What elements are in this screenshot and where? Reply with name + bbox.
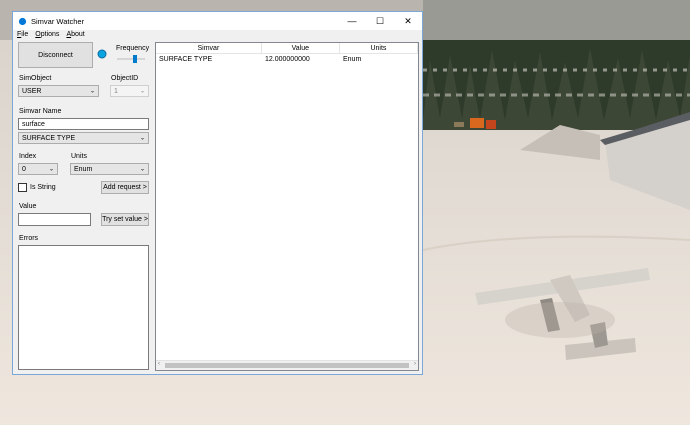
- add-request-button[interactable]: Add request >: [101, 181, 149, 194]
- is-string-label: Is String: [30, 184, 56, 191]
- column-header-simvar[interactable]: Simvar: [156, 43, 262, 53]
- units-select[interactable]: Enum ⌄: [70, 163, 149, 175]
- window-title: Simvar Watcher: [31, 16, 85, 26]
- value-input[interactable]: [18, 213, 91, 226]
- frequency-slider[interactable]: [117, 55, 145, 63]
- chevron-down-icon: ⌄: [139, 166, 145, 173]
- cell-simvar: SURFACE TYPE: [159, 55, 213, 63]
- try-set-value-button[interactable]: Try set value >: [101, 213, 149, 226]
- maximize-button[interactable]: ☐: [366, 12, 394, 30]
- chevron-down-icon: ⌄: [139, 88, 145, 95]
- simvar-name-label: Simvar Name: [19, 108, 62, 115]
- is-string-checkbox-row[interactable]: Is String: [18, 183, 56, 192]
- menu-file[interactable]: File: [17, 31, 28, 38]
- simobject-label: SimObject: [19, 75, 52, 82]
- connection-status-icon: [97, 49, 107, 59]
- app-icon: [18, 17, 27, 25]
- chevron-down-icon: ⌄: [139, 135, 145, 142]
- menu-options[interactable]: Options: [35, 31, 59, 38]
- simvar-watcher-window: Simvar Watcher — ☐ ✕ File Options About …: [12, 11, 423, 375]
- table-header: Simvar Value Units: [156, 43, 418, 54]
- simvar-name-value: SURFACE TYPE: [22, 134, 76, 142]
- index-select[interactable]: 0 ⌄: [18, 163, 58, 175]
- objectid-label: ObjectID: [111, 75, 139, 82]
- units-label: Units: [71, 153, 87, 160]
- simobject-select[interactable]: USER ⌄: [18, 85, 99, 97]
- units-value: Enum: [74, 165, 93, 173]
- frequency-slider-thumb[interactable]: [133, 55, 137, 63]
- cell-units: Enum: [343, 55, 362, 63]
- errors-label: Errors: [19, 235, 39, 242]
- objectid-value: 1: [114, 87, 118, 95]
- menu-bar: File Options About: [13, 30, 422, 39]
- simvar-table: Simvar Value Units SURFACE TYPE 12.00000…: [155, 42, 419, 371]
- scroll-right-icon[interactable]: ›: [414, 361, 416, 367]
- simvar-name-select[interactable]: SURFACE TYPE ⌄: [18, 132, 149, 144]
- table-row[interactable]: SURFACE TYPE 12.000000000 Enum: [156, 54, 418, 64]
- errors-textarea[interactable]: [18, 245, 149, 370]
- value-label: Value: [19, 203, 37, 210]
- title-bar[interactable]: Simvar Watcher — ☐ ✕: [13, 12, 422, 30]
- chevron-down-icon: ⌄: [48, 166, 54, 173]
- minimize-button[interactable]: —: [338, 12, 366, 30]
- simvar-search-value: surface: [22, 120, 45, 128]
- cell-value: 12.000000000: [265, 55, 310, 63]
- chevron-down-icon: ⌄: [89, 88, 95, 95]
- scrollbar-thumb[interactable]: [165, 363, 409, 368]
- frequency-label: Frequency: [116, 45, 150, 52]
- menu-about[interactable]: About: [66, 31, 84, 38]
- is-string-checkbox[interactable]: [18, 183, 27, 192]
- index-value: 0: [22, 165, 26, 173]
- index-label: Index: [19, 153, 37, 160]
- column-header-units[interactable]: Units: [340, 43, 418, 53]
- forest: [423, 40, 690, 130]
- column-header-value[interactable]: Value: [262, 43, 340, 53]
- simobject-value: USER: [22, 87, 42, 95]
- disconnect-button[interactable]: Disconnect: [18, 42, 93, 68]
- simvar-search-input[interactable]: surface: [18, 118, 149, 130]
- scroll-left-icon[interactable]: ‹: [158, 361, 160, 367]
- close-button[interactable]: ✕: [394, 12, 422, 30]
- horizontal-scrollbar[interactable]: ‹ ›: [156, 360, 418, 370]
- objectid-select: 1 ⌄: [110, 85, 149, 97]
